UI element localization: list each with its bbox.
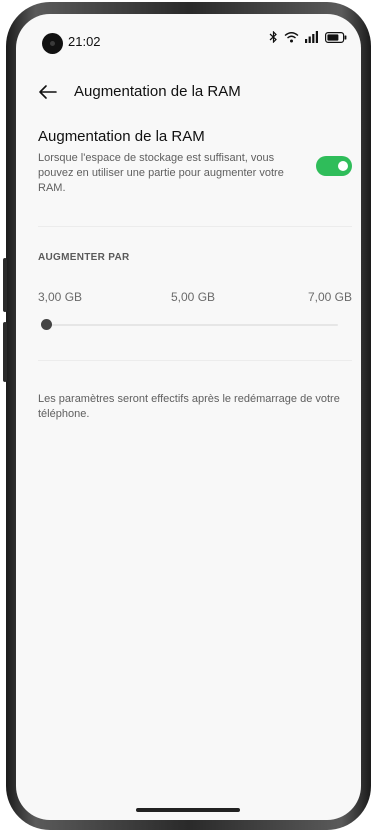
wifi-icon bbox=[284, 32, 299, 43]
ram-expansion-toggle[interactable] bbox=[316, 156, 352, 176]
battery-icon bbox=[325, 31, 347, 43]
ram-option-label: 5,00 GB bbox=[171, 290, 216, 304]
ram-size-labels: 3,00 GB 5,00 GB 7,00 GB bbox=[38, 290, 352, 308]
home-indicator[interactable] bbox=[136, 808, 240, 812]
page-title: Augmentation de la RAM bbox=[74, 83, 241, 100]
status-icons bbox=[269, 31, 347, 43]
volume-button bbox=[3, 258, 7, 312]
section-label-increase-by: AUGMENTER PAR bbox=[38, 252, 130, 263]
divider bbox=[38, 226, 352, 227]
front-camera bbox=[42, 33, 63, 54]
signal-icon bbox=[305, 31, 318, 43]
divider bbox=[38, 360, 352, 361]
status-time: 21:02 bbox=[68, 34, 101, 49]
arrow-left-icon bbox=[39, 85, 57, 99]
ram-size-slider[interactable] bbox=[41, 315, 338, 335]
setting-title: Augmentation de la RAM bbox=[38, 128, 205, 145]
ram-expansion-setting[interactable]: Augmentation de la RAM Lorsque l'espace … bbox=[38, 128, 352, 208]
ram-option-label: 3,00 GB bbox=[38, 290, 83, 304]
slider-thumb[interactable] bbox=[41, 319, 52, 330]
back-button[interactable] bbox=[36, 80, 60, 104]
status-bar: 21:02 bbox=[16, 14, 361, 64]
slider-track bbox=[46, 324, 338, 326]
screen: 21:02 Augmentation de la RAM Augmentatio… bbox=[16, 14, 361, 820]
power-button bbox=[3, 322, 7, 382]
app-bar: Augmentation de la RAM bbox=[16, 78, 361, 108]
bluetooth-icon bbox=[269, 31, 277, 43]
ram-option-label: 7,00 GB bbox=[307, 290, 352, 304]
toggle-knob bbox=[338, 161, 348, 171]
setting-description: Lorsque l'espace de stockage est suffisa… bbox=[38, 152, 284, 194]
restart-note: Les paramètres seront effectifs après le… bbox=[38, 393, 340, 420]
